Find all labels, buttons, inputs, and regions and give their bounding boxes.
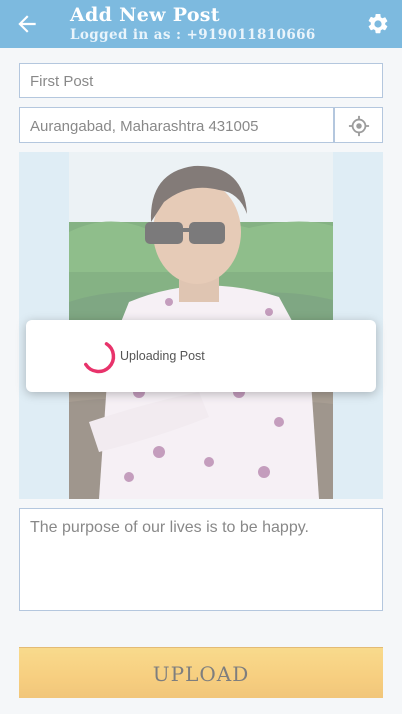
- upload-progress-dialog: Uploading Post: [26, 320, 376, 392]
- upload-progress-message: Uploading Post: [120, 349, 205, 363]
- loading-spinner-icon: [84, 342, 116, 374]
